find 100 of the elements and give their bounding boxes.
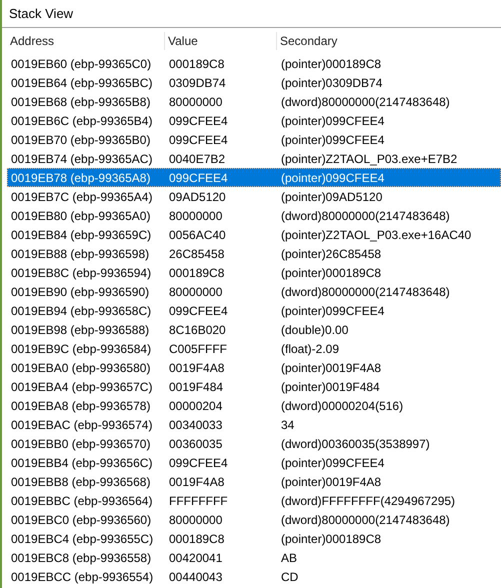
table-row[interactable]: 0019EB8C (ebp-9936594) 000189C8 (pointer)000189C8 — [7, 263, 501, 282]
secondary-cell-text: (dword)80000000(2147483648) — [280, 208, 451, 222]
secondary-cell-text: (pointer)0019F484 — [280, 380, 381, 394]
secondary-cell-text: (dword)80000000(2147483648) — [280, 512, 451, 526]
table-row[interactable]: 0019EB6C (ebp-99365B4) 099CFEE4 (pointer)099CFEE4 — [7, 111, 501, 130]
table-row[interactable]: 0019EBB8 (ebp-9936568) 0019F4A8 (pointer)0019F4A8 — [7, 472, 501, 491]
value-cell-text: 80000000 — [168, 208, 224, 222]
table-row[interactable]: 0019EB74 (ebp-99365AC) 0040E7B2 (pointer)Z2TAOL_P03.exe+E7B2 — [7, 149, 501, 168]
table-row[interactable]: 0019EB7C (ebp-99365A4) 09AD5120 (pointer)09AD5120 — [7, 187, 501, 206]
value-cell-text: 099CFEE4 — [168, 304, 229, 318]
address-cell-text: 0019EB80 (ebp-99365A0) — [10, 208, 152, 222]
value-cell-text: 26C85458 — [168, 246, 226, 260]
value-cell-text: 099CFEE4 — [168, 456, 229, 470]
value-cell-text: 80000000 — [168, 284, 224, 298]
value-cell-text: 00000204 — [168, 398, 224, 412]
table-row[interactable]: 0019EB68 (ebp-99365B8) 80000000 (dword)80000000(2147483648) — [7, 92, 501, 111]
table-row[interactable]: 0019EBAC (ebp-9936574) 00340033 34 — [7, 415, 501, 434]
address-cell-text: 0019EB7C (ebp-99365A4) — [10, 190, 154, 204]
secondary-cell-text: (dword)FFFFFFFF(4294967295) — [280, 494, 456, 508]
secondary-cell-text: (pointer)0309DB74 — [280, 76, 384, 90]
secondary-cell-text: (pointer)0019F4A8 — [280, 360, 382, 374]
address-cell-text: 0019EB9C (ebp-9936584) — [10, 342, 152, 356]
address-cell-text: 0019EBB8 (ebp-9936568) — [10, 474, 152, 488]
address-cell-text: 0019EBA4 (ebp-993657C) — [10, 380, 154, 394]
table-row[interactable]: 0019EB98 (ebp-9936588) 8C16B020 (double)0.00 — [7, 320, 501, 339]
value-cell-text: 0056AC40 — [168, 228, 227, 242]
table-row[interactable]: 0019EB94 (ebp-993658C) 099CFEE4 (pointer)099CFEE4 — [7, 301, 501, 320]
secondary-cell-text: (dword)00360035(3538997) — [280, 436, 431, 450]
table-row[interactable]: 0019EB80 (ebp-99365A0) 80000000 (dword)80000000(2147483648) — [7, 206, 501, 225]
table-row[interactable]: 0019EB84 (ebp-993659C) 0056AC40 (pointer)Z2TAOL_P03.exe+16AC40 — [7, 225, 501, 244]
table-row[interactable]: 0019EB90 (ebp-9936590) 80000000 (dword)80000000(2147483648) — [7, 282, 501, 301]
address-cell-text: 0019EB64 (ebp-99365BC) — [10, 76, 154, 90]
secondary-cell-text: (pointer)099CFEE4 — [280, 132, 386, 146]
table-row[interactable]: 0019EBB4 (ebp-993656C) 099CFEE4 (pointer)099CFEE4 — [7, 453, 501, 472]
secondary-cell-text: (pointer)Z2TAOL_P03.exe+E7B2 — [280, 152, 458, 166]
table-row[interactable]: 0019EB9C (ebp-9936584) C005FFFF (float)-2.09 — [7, 339, 501, 358]
table-row[interactable]: 0019EB64 (ebp-99365BC) 0309DB74 (pointer)0309DB74 — [7, 73, 501, 92]
column-header[interactable]: Address — [7, 32, 165, 50]
secondary-cell-text: (double)0.00 — [280, 322, 350, 336]
table-row[interactable]: 0019EBC8 (ebp-9936558) 00420041 AB — [7, 548, 501, 567]
table-row[interactable]: 0019EBB0 (ebp-9936570) 00360035 (dword)00360035(3538997) — [7, 434, 501, 453]
secondary-cell-text: (pointer)09AD5120 — [280, 190, 384, 204]
address-cell-text: 0019EB94 (ebp-993658C) — [10, 304, 152, 318]
secondary-cell-text: (pointer)Z2TAOL_P03.exe+16AC40 — [280, 228, 472, 242]
column-header[interactable]: Secondary — [277, 32, 501, 50]
secondary-cell-text: 34 — [280, 418, 296, 432]
value-cell-text: 00360035 — [168, 436, 224, 450]
secondary-cell-text: (pointer)26C85458 — [280, 246, 382, 260]
table-row[interactable]: 0019EBBC (ebp-9936564) FFFFFFFF (dword)FFFFFFFF(4294967295) — [7, 491, 501, 510]
address-cell-text: 0019EB78 (ebp-99365A8) — [10, 170, 152, 184]
address-cell-text: 0019EBBC (ebp-9936564) — [10, 494, 154, 508]
address-cell-text: 0019EBCC (ebp-9936554) — [10, 570, 154, 584]
secondary-cell-text: (pointer)099CFEE4 — [280, 304, 386, 318]
value-cell-text: 09AD5120 — [168, 190, 227, 204]
address-cell-text: 0019EB84 (ebp-993659C) — [10, 228, 152, 242]
address-cell-text: 0019EB74 (ebp-99365AC) — [10, 152, 154, 166]
secondary-cell-text: (pointer)099CFEE4 — [280, 114, 386, 128]
address-cell-text: 0019EB6C (ebp-99365B4) — [10, 114, 154, 128]
table-row[interactable]: 0019EB60 (ebp-99365C0) 000189C8 (pointer)000189C8 — [7, 54, 501, 73]
address-cell-text: 0019EB8C (ebp-9936594) — [10, 266, 152, 280]
address-cell-text: 0019EBA8 (ebp-9936578) — [10, 398, 152, 412]
table-row[interactable]: 0019EBC0 (ebp-9936560) 80000000 (dword)80000000(2147483648) — [7, 510, 501, 529]
table-row[interactable]: 0019EBA0 (ebp-9936580) 0019F4A8 (pointer)0019F4A8 — [7, 358, 501, 377]
table-row[interactable]: 0019EB78 (ebp-99365A8) 099CFEE4 (pointer)099CFEE4 — [7, 168, 501, 187]
address-cell-text: 0019EBB0 (ebp-9936570) — [10, 436, 152, 450]
address-cell-text: 0019EB70 (ebp-99365B0) — [10, 132, 152, 146]
table-row[interactable]: 0019EB88 (ebp-9936598) 26C85458 (pointer)26C85458 — [7, 244, 501, 263]
value-cell-text: 099CFEE4 — [168, 132, 229, 146]
table-row[interactable]: 0019EB70 (ebp-99365B0) 099CFEE4 (pointer)099CFEE4 — [7, 130, 501, 149]
value-cell-text: 0019F4A8 — [168, 474, 226, 488]
secondary-cell-text: (pointer)000189C8 — [280, 56, 382, 70]
value-cell-text: 00440043 — [168, 570, 224, 584]
value-cell-text: 099CFEE4 — [168, 170, 229, 184]
secondary-cell-text: (dword)80000000(2147483648) — [280, 284, 451, 298]
secondary-cell-text: AB — [280, 550, 298, 564]
address-cell-text: 0019EBAC (ebp-9936574) — [10, 418, 154, 432]
value-cell-text: 8C16B020 — [168, 322, 227, 336]
address-cell-text: 0019EB68 (ebp-99365B8) — [10, 94, 152, 108]
address-cell-text: 0019EBC0 (ebp-9936560) — [10, 512, 152, 526]
value-cell-text: 000189C8 — [168, 266, 226, 280]
value-cell-text: 0019F4A8 — [168, 360, 226, 374]
table-row[interactable]: 0019EBA8 (ebp-9936578) 00000204 (dword)00000204(516) — [7, 396, 501, 415]
address-cell-text: 0019EB60 (ebp-99365C0) — [10, 56, 152, 70]
secondary-cell-text: (float)-2.09 — [280, 342, 340, 356]
table-row[interactable]: 0019EBCC (ebp-9936554) 00440043 CD — [7, 567, 501, 586]
value-cell-text: 80000000 — [168, 512, 224, 526]
secondary-cell-text: (pointer)000189C8 — [280, 266, 382, 280]
value-cell-text: 0040E7B2 — [168, 152, 226, 166]
address-cell-text: 0019EBA0 (ebp-9936580) — [10, 360, 152, 374]
table-row[interactable]: 0019EBC4 (ebp-993655C) 000189C8 (pointer)000189C8 — [7, 529, 501, 548]
address-cell-text: 0019EB90 (ebp-9936590) — [10, 284, 150, 298]
secondary-cell-text: (dword)80000000(2147483648) — [280, 94, 451, 108]
value-cell-text: 099CFEE4 — [168, 114, 229, 128]
column-header[interactable]: Value — [165, 32, 277, 50]
table-row[interactable]: 0019EBA4 (ebp-993657C) 0019F484 (pointer)0019F484 — [7, 377, 501, 396]
secondary-cell-text: (dword)00000204(516) — [280, 398, 404, 412]
secondary-cell-text: (pointer)099CFEE4 — [280, 170, 386, 184]
window-title: Stack View — [2, 0, 501, 28]
value-cell-text: C005FFFF — [168, 342, 228, 356]
value-cell-text: 000189C8 — [168, 56, 226, 70]
